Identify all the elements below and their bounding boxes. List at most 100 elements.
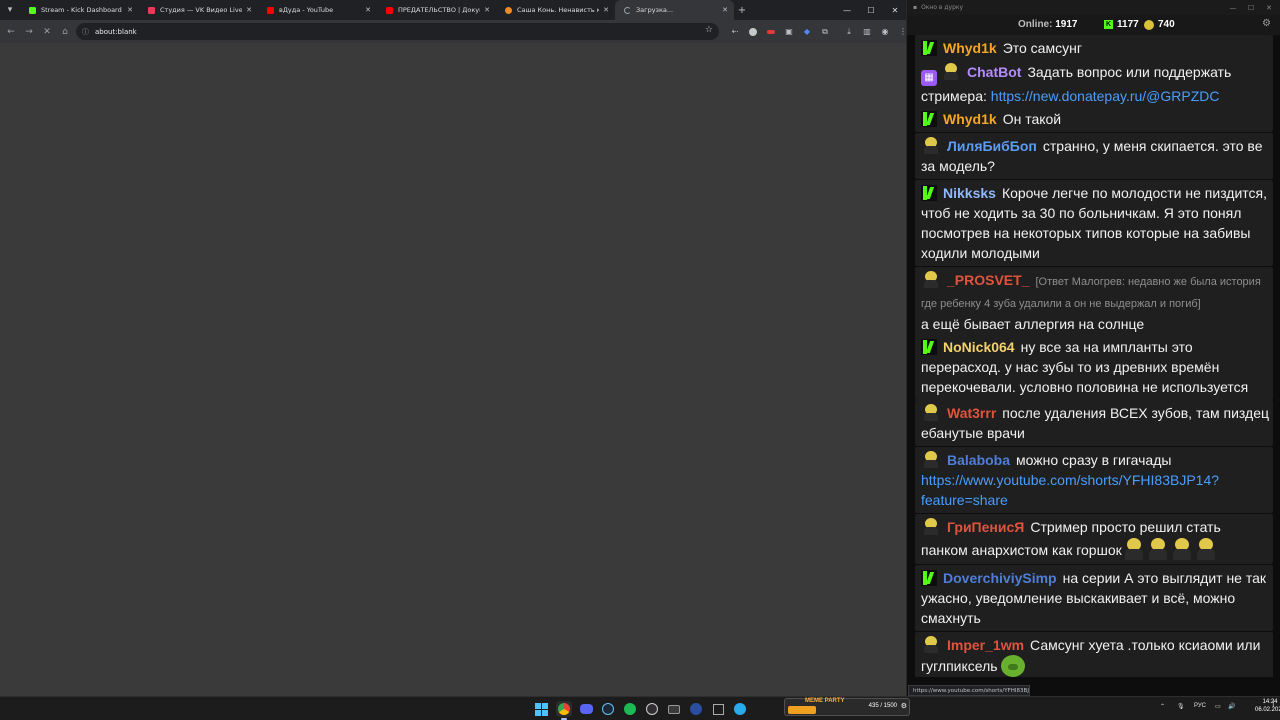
address-text: about:blank — [95, 27, 137, 36]
orange-favicon-icon — [505, 6, 512, 14]
discord-taskbar-icon[interactable] — [578, 701, 594, 717]
troll-face-icon — [1144, 19, 1154, 30]
troll-badge-icon — [921, 271, 941, 289]
chat-username[interactable]: NoNick064 — [943, 339, 1015, 355]
close-icon[interactable]: ✕ — [722, 6, 728, 14]
chat-message: DoverchiviySimp на серии А это выглядит н… — [915, 565, 1273, 631]
minimize-icon[interactable]: — — [1225, 0, 1241, 15]
chat-username[interactable]: ЛиляБибБоп — [947, 138, 1037, 154]
language-indicator[interactable]: РУС — [1194, 703, 1206, 709]
meme-party-value: 435 / 1500 — [868, 703, 897, 709]
chat-username[interactable]: _PROSVET_ — [947, 272, 1029, 288]
browser-window: ▾ Stream - Kick Dashboard ✕ Студия — VK … — [0, 0, 907, 696]
notification-icon[interactable]: ▏ — [1273, 700, 1278, 707]
taskbar — [0, 696, 1280, 720]
troll-badge-icon — [921, 137, 941, 155]
tab-search-icon[interactable]: ▾ — [0, 0, 20, 20]
extension-arrow-icon[interactable]: ⇠ — [726, 23, 744, 40]
chat-link[interactable]: https://www.youtube.com/shorts/YFHI83BJP… — [921, 472, 1219, 508]
chat-message-text: а ещё бывает аллергия на солнце — [921, 316, 1145, 332]
chat-username[interactable]: ГриПенисЯ — [947, 519, 1024, 535]
tab-title: ПРЕДАТЕЛЬСТВО | Документальный — [398, 6, 480, 14]
chat-username[interactable]: ChatBot — [967, 64, 1021, 80]
meme-party-widget[interactable]: MEME PARTY 435 / 1500 ⚙ — [784, 698, 910, 716]
maximize-icon[interactable]: ☐ — [1243, 0, 1259, 15]
close-icon[interactable]: ✕ — [365, 6, 371, 14]
gear-icon[interactable]: ⚙ — [1262, 18, 1271, 29]
profile-icon[interactable]: ◉ — [876, 23, 894, 40]
tab-strip: ▾ Stream - Kick Dashboard ✕ Студия — VK … — [0, 0, 906, 20]
maximize-icon[interactable]: ☐ — [860, 0, 882, 20]
vk-video-favicon-icon — [148, 6, 155, 14]
chat-message-list[interactable]: Whyd1k Это самсунг ▦ ChatBot Задать вопрос и… — [915, 35, 1273, 677]
stop-icon[interactable]: ✕ — [38, 23, 56, 41]
close-icon[interactable]: ✕ — [127, 6, 133, 14]
online-counter: Online: 1917 — [1018, 19, 1077, 30]
new-tab-icon[interactable]: + — [734, 0, 750, 20]
chat-username[interactable]: Wat3rrr — [947, 405, 996, 421]
close-window-icon[interactable]: ✕ — [1261, 0, 1277, 15]
extension-circle-icon[interactable] — [744, 23, 762, 40]
windows-start-icon[interactable] — [533, 701, 549, 717]
back-icon[interactable]: ← — [2, 23, 20, 41]
tab-sasha-kon[interactable]: Саша Конь. Ненависть к Стас ✕ — [496, 0, 615, 20]
troll-emote-icon — [1146, 537, 1170, 561]
tab-youtube[interactable]: вДуда - YouTube ✕ — [258, 0, 377, 20]
close-icon[interactable]: ✕ — [484, 6, 490, 14]
extension-blue-icon[interactable]: ◆ — [798, 23, 816, 40]
chat-username[interactable]: Nikksks — [943, 185, 996, 201]
kick-viewers: K 1177 — [1104, 19, 1139, 30]
chat-message: Imper_1wm Самсунг хуета .только ксиаоми и… — [915, 632, 1273, 677]
close-icon[interactable]: ✕ — [603, 6, 609, 14]
chat-username[interactable]: Whyd1k — [943, 111, 997, 127]
home-icon[interactable]: ⌂ — [56, 23, 74, 41]
split-view-icon[interactable]: ▥ — [858, 23, 876, 40]
chat-message: _PROSVET_ [Ответ Малогрев: недавно же был… — [915, 267, 1273, 337]
troll-emote-icon — [1170, 537, 1194, 561]
extension-red-icon[interactable] — [762, 23, 780, 40]
bookmark-star-icon[interactable]: ☆ — [705, 25, 713, 35]
steam-taskbar-icon[interactable] — [600, 701, 616, 717]
obs-taskbar-icon[interactable] — [644, 701, 660, 717]
microphone-icon[interactable]: 🎙 — [1177, 703, 1185, 710]
extension-image-icon[interactable]: ▣ — [780, 23, 798, 40]
tray-chevron-icon[interactable]: ⌃ — [1160, 703, 1165, 710]
close-icon[interactable]: ✕ — [246, 6, 252, 14]
chat-titlebar: ▪ Окно в дурку — ☐ ✕ — [907, 0, 1280, 15]
app-taskbar-icon[interactable] — [666, 701, 682, 717]
troll-badge-icon — [921, 518, 941, 536]
chat-username[interactable]: DoverchiviySimp — [943, 570, 1057, 586]
grid-app-taskbar-icon[interactable] — [710, 701, 726, 717]
chat-username[interactable]: Whyd1k — [943, 40, 997, 56]
network-icon[interactable]: ▭ — [1215, 703, 1221, 710]
media-player-taskbar-icon[interactable] — [688, 701, 704, 717]
extensions-puzzle-icon[interactable]: ⧉ — [816, 23, 834, 40]
minimize-icon[interactable]: — — [836, 0, 858, 20]
app-icon: ▪ — [913, 4, 918, 11]
chat-window-title: Окно в дурку — [921, 4, 964, 11]
downloads-icon[interactable]: ⤓ — [840, 23, 858, 40]
volume-icon[interactable]: 🔊 — [1228, 703, 1235, 710]
chrome-taskbar-icon[interactable] — [556, 701, 572, 717]
tab-kick-dashboard[interactable]: Stream - Kick Dashboard ✕ — [20, 0, 139, 20]
chat-message: Balaboba можно сразу в гигачады https://w… — [915, 447, 1273, 513]
extensions-row: ⇠ ▣ ◆ ⧉ ⤓ ▥ ◉ ⋮ — [726, 23, 912, 40]
troll-badge-icon — [921, 636, 941, 654]
tab-loading[interactable]: Загрузка... ✕ — [615, 0, 734, 20]
chat-link[interactable]: https://new.donatepay.ru/@GRPZDC — [991, 88, 1220, 104]
settings-icon[interactable]: ⚙ — [901, 702, 907, 710]
telegram-taskbar-icon[interactable] — [732, 701, 748, 717]
forward-icon[interactable]: → — [20, 23, 38, 41]
chat-username[interactable]: Imper_1wm — [947, 637, 1024, 653]
chat-message: Whyd1k Он такой — [915, 106, 1273, 132]
meme-progress-fill — [788, 706, 816, 714]
site-info-icon[interactable]: ⓘ — [82, 27, 89, 37]
address-bar[interactable]: ⓘ about:blank ☆ — [76, 23, 719, 40]
tab-youtube-documentary[interactable]: ПРЕДАТЕЛЬСТВО | Документальный ✕ — [377, 0, 496, 20]
close-window-icon[interactable]: ✕ — [884, 0, 906, 20]
chat-message: Nikksks Короче легче по молодости не пизд… — [915, 180, 1273, 266]
chat-username[interactable]: Balaboba — [947, 452, 1010, 468]
tab-title: вДуда - YouTube — [279, 6, 334, 14]
tab-vk-video[interactable]: Студия — VK Видео Live ✕ — [139, 0, 258, 20]
spotify-taskbar-icon[interactable] — [622, 701, 638, 717]
